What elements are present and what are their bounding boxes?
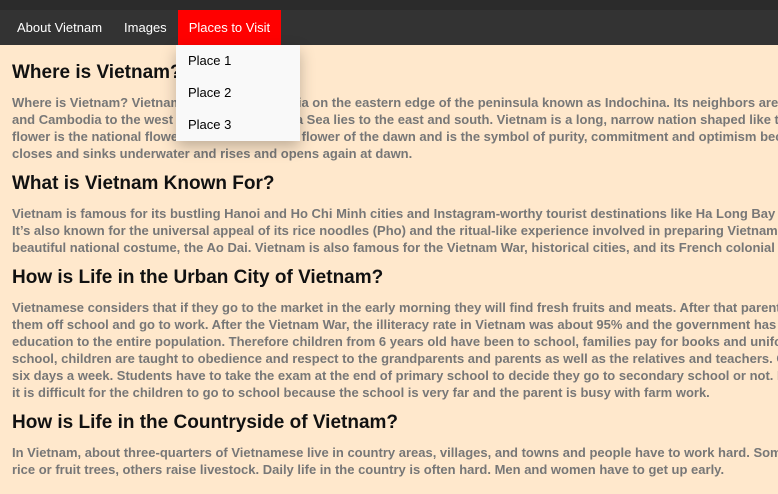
paragraph-line: Where is Vietnam? Vietnam is in Southeas… <box>12 95 778 110</box>
section-paragraph-countryside-life: In Vietnam, about three-quarters of Viet… <box>12 444 778 478</box>
dropdown-item-place-2[interactable]: Place 2 <box>176 77 300 109</box>
window-top-strip <box>0 0 778 10</box>
paragraph-line: flower is the national flower. It is kno… <box>12 129 778 144</box>
nav-link-about-vietnam[interactable]: About Vietnam <box>6 10 113 45</box>
section-heading-where-is-vietnam: Where is Vietnam? <box>12 62 182 83</box>
nav-link-places-to-visit[interactable]: Places to Visit <box>177 10 282 45</box>
paragraph-line: In Vietnam, about three-quarters of Viet… <box>12 445 778 460</box>
paragraph-line: rice or fruit trees, others raise livest… <box>12 462 725 477</box>
paragraph-line: Vietnamese considers that if they go to … <box>12 300 778 315</box>
section-heading-countryside-life: How is Life in the Countryside of Vietna… <box>12 412 399 433</box>
paragraph-line: it is difficult for the children to go t… <box>12 385 710 400</box>
paragraph-line: Vietnam is famous for its bustling Hanoi… <box>12 206 778 221</box>
section-paragraph-known-for: Vietnam is famous for its bustling Hanoi… <box>12 205 778 256</box>
top-navbar: About Vietnam Images Places to Visit <box>0 10 778 45</box>
section-paragraph-where-is-vietnam: Where is Vietnam? Vietnam is in Southeas… <box>12 94 778 162</box>
paragraph-line: six days a week. Students have to take t… <box>12 368 778 383</box>
paragraph-line: education to the entire population. Ther… <box>12 334 778 349</box>
paragraph-line: them off school and go to work. After th… <box>12 317 778 332</box>
section-heading-what-is-vietnam-known-for: What is Vietnam Known For? <box>12 173 275 194</box>
section-paragraph-urban-life: Vietnamese considers that if they go to … <box>12 299 778 401</box>
paragraph-line: It’s also known for the universal appeal… <box>12 223 778 238</box>
paragraph-line: school, children are taught to obedience… <box>12 351 778 366</box>
main-content: Where is Vietnam? Where is Vietnam? Viet… <box>12 45 778 478</box>
places-dropdown-menu: Place 1 Place 2 Place 3 <box>176 45 300 141</box>
section-heading-urban-life: How is Life in the Urban City of Vietnam… <box>12 267 384 288</box>
paragraph-line: closes and sinks underwater and rises an… <box>12 146 413 161</box>
paragraph-line: beautiful national costume, the Ao Dai. … <box>12 240 778 255</box>
dropdown-item-place-1[interactable]: Place 1 <box>176 45 300 77</box>
nav-link-images[interactable]: Images <box>113 10 178 45</box>
dropdown-item-place-3[interactable]: Place 3 <box>176 109 300 141</box>
paragraph-line: and Cambodia to the west and the South C… <box>12 112 778 127</box>
